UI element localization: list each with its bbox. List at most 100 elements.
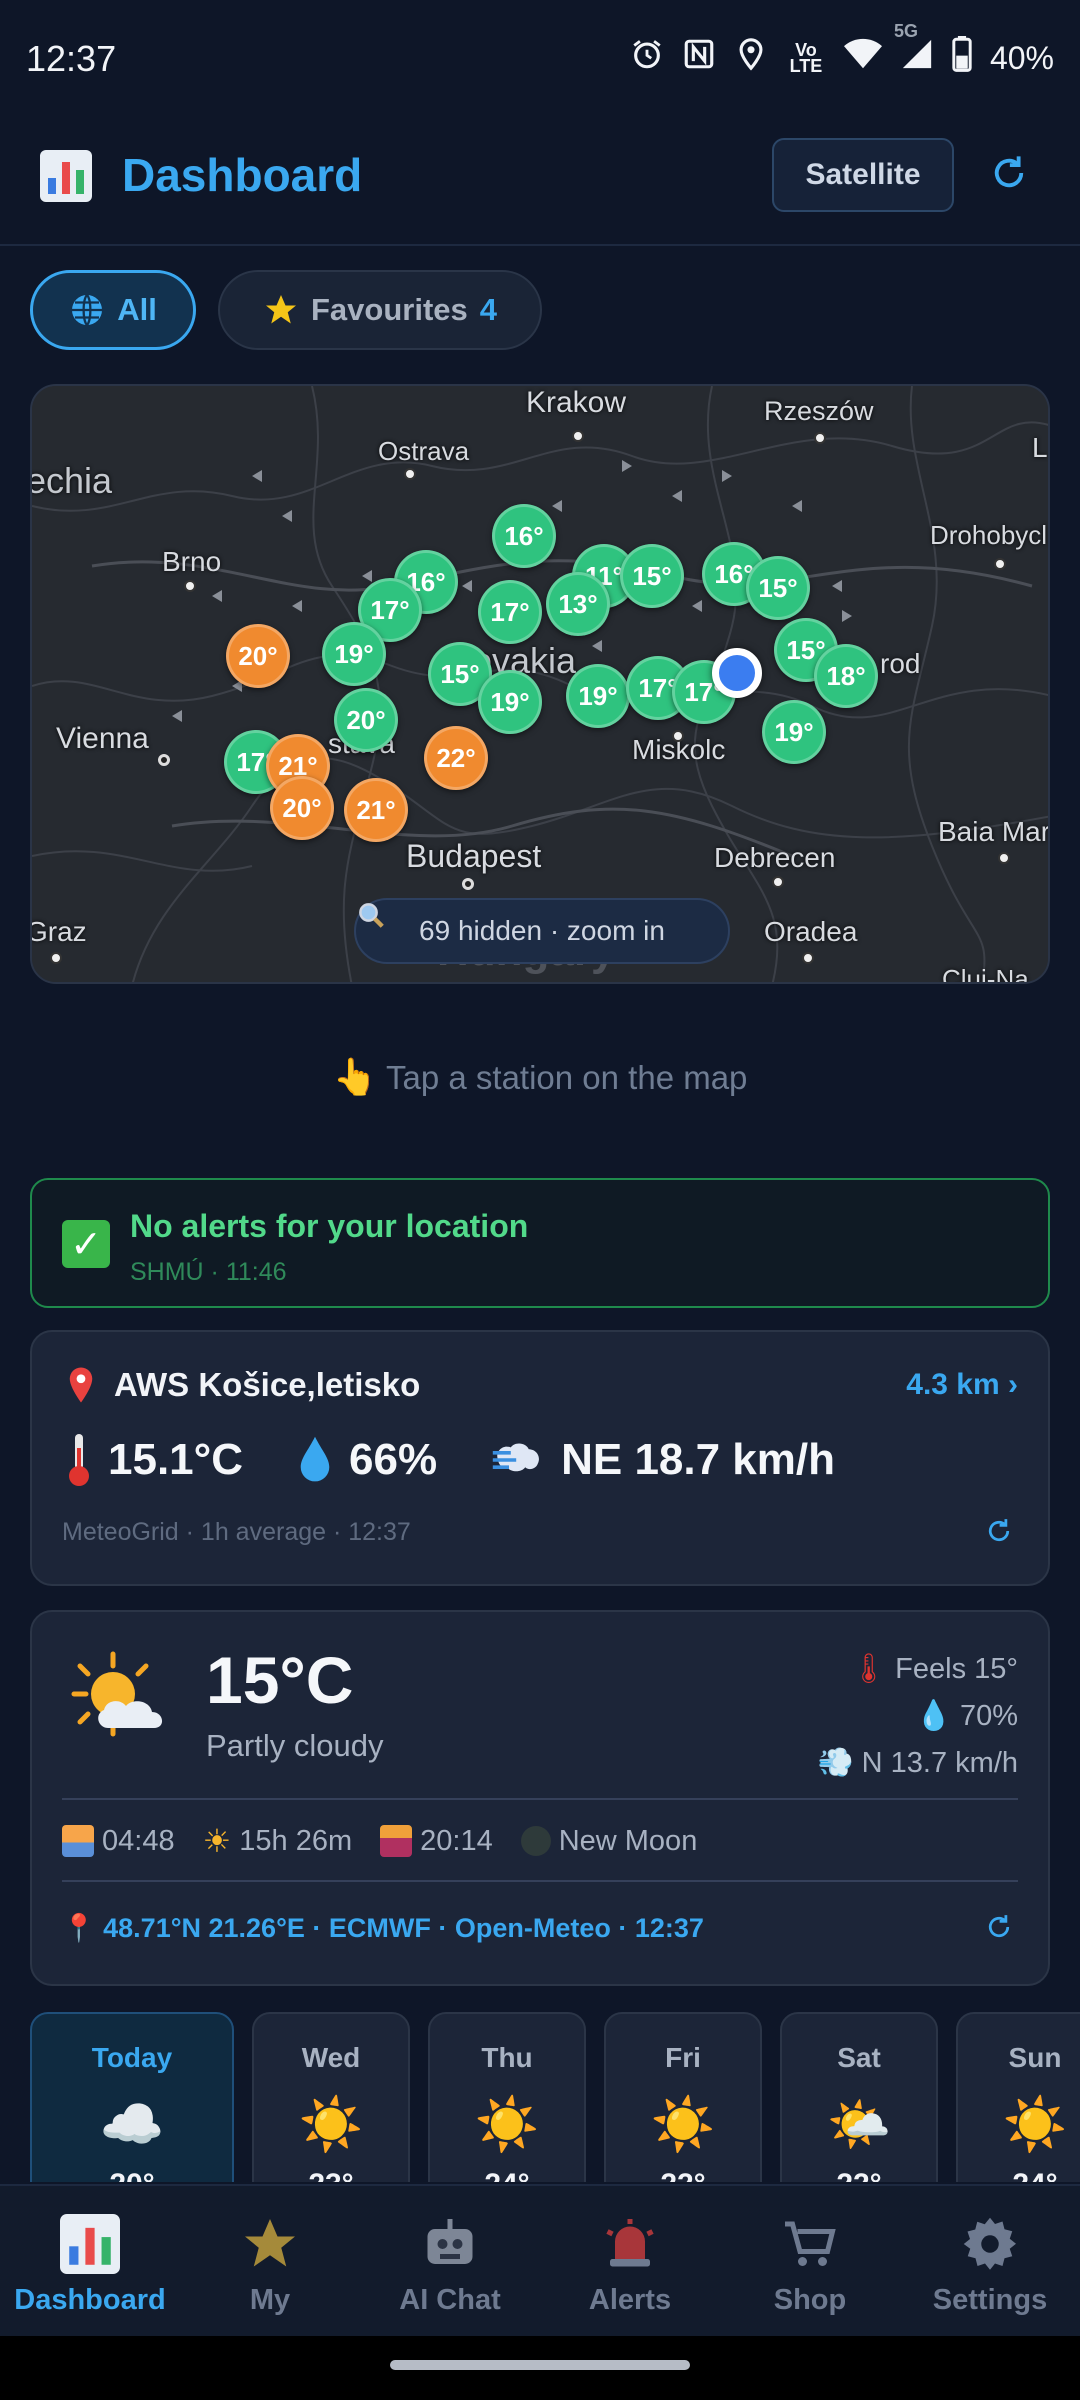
day-name: Sun xyxy=(1008,2042,1062,2073)
station-marker[interactable]: 20° xyxy=(270,776,334,840)
nav-label: Alerts xyxy=(588,2284,672,2316)
station-humidity-value: 66% xyxy=(349,1435,438,1484)
station-footer: MeteoGrid · 1h average · 12:37 xyxy=(62,1518,411,1546)
map-city-dot xyxy=(802,952,814,964)
filter-favourites-label: Favourites xyxy=(310,292,468,327)
new-moon-icon xyxy=(520,1826,551,1856)
station-marker[interactable]: 17° xyxy=(478,580,542,644)
nav-ai-chat[interactable]: AI Chat xyxy=(360,2186,540,2336)
sun-icon: ☀ xyxy=(202,1823,232,1859)
cart-icon xyxy=(785,2221,836,2266)
bar-chart-icon xyxy=(40,150,92,202)
sun-cloud-icon: 🌤️ xyxy=(826,2096,892,2154)
divider xyxy=(62,1880,1018,1882)
star-icon xyxy=(245,2219,295,2267)
satellite-button[interactable]: Satellite xyxy=(772,138,954,212)
day-card[interactable]: Sat 🌤️ 22° xyxy=(780,2012,938,2182)
station-distance-link[interactable]: 4.3 km › xyxy=(906,1368,1018,1402)
nav-settings[interactable]: Settings xyxy=(900,2186,1080,2336)
day-card[interactable]: Thu ☀️ 24° xyxy=(428,2012,586,2182)
battery-level: 40% xyxy=(989,39,1054,76)
station-marker[interactable]: 16° xyxy=(492,504,556,568)
hidden-stations-label: 69 hidden · zoom in xyxy=(419,915,665,946)
wind-icon: 💨 xyxy=(817,1747,854,1779)
alert-status-card[interactable]: ✓ No alerts for your location SHMÚ · 11:… xyxy=(30,1178,1050,1308)
bar-chart-icon xyxy=(60,2214,120,2274)
signal-icon xyxy=(902,39,932,69)
day-card[interactable]: Sun ☀️ 24° xyxy=(956,2012,1080,2182)
station-marker[interactable]: 19° xyxy=(322,622,386,686)
sunset-time: 20:14 xyxy=(420,1824,493,1857)
station-marker[interactable]: 19° xyxy=(478,670,542,734)
map-city-dot xyxy=(772,876,784,888)
nav-alerts[interactable]: Alerts xyxy=(540,2186,720,2336)
cloud-icon: ☁️ xyxy=(99,2096,165,2154)
station-marker[interactable]: 20° xyxy=(226,624,290,688)
refresh-icon[interactable] xyxy=(988,152,1030,194)
refresh-icon[interactable] xyxy=(984,1516,1014,1546)
star-icon xyxy=(265,295,296,324)
forecast-temperature: 15°C xyxy=(206,1643,354,1717)
day-temp: 20° xyxy=(32,2168,232,2182)
station-marker[interactable]: 18° xyxy=(814,644,878,708)
map-city-dot xyxy=(404,468,416,480)
status-icons: Vo LTE 5G 40% xyxy=(630,22,1054,80)
map-city-label: L xyxy=(1032,432,1048,463)
map-city-dot xyxy=(814,432,826,444)
gesture-handle[interactable] xyxy=(390,2360,690,2370)
nav-shop[interactable]: Shop xyxy=(720,2186,900,2336)
sun-icon: ☀️ xyxy=(298,2096,364,2154)
status-time: 12:37 xyxy=(26,38,117,79)
feels-like-value: Feels 15° xyxy=(895,1653,1018,1685)
forecast-description: Partly cloudy xyxy=(206,1728,384,1763)
feels-like-row: 🌡 Feels 15° xyxy=(817,1646,1018,1693)
filter-all-chip[interactable]: All xyxy=(30,270,196,350)
sun-icon: ☀️ xyxy=(474,2096,540,2154)
map-city-label: rod xyxy=(880,648,921,679)
nearest-station-card[interactable]: AWS Košice,letisko 4.3 km › 15.1°C 66% N… xyxy=(30,1330,1050,1586)
station-marker[interactable]: 15° xyxy=(620,544,684,608)
sun-icon: ☀️ xyxy=(1002,2096,1068,2154)
nav-label: My xyxy=(249,2284,291,2316)
day-temp: 22° xyxy=(782,2168,936,2182)
map-city-label: Graz xyxy=(30,916,87,947)
nav-my[interactable]: My xyxy=(180,2186,360,2336)
station-marker[interactable]: 22° xyxy=(424,726,488,790)
moon-phase: New Moon xyxy=(558,1824,698,1857)
network-label: 5G xyxy=(893,21,918,41)
battery-icon xyxy=(952,36,972,80)
day-card[interactable]: Wed ☀️ 23° xyxy=(252,2012,410,2182)
station-marker[interactable]: 21° xyxy=(344,778,408,842)
station-marker[interactable]: 19° xyxy=(566,664,630,728)
sunset-icon xyxy=(380,1825,413,1857)
day-card[interactable]: Fri ☀️ 22° xyxy=(604,2012,762,2182)
magnifier-icon xyxy=(359,903,384,928)
day-temp: 24° xyxy=(430,2168,584,2182)
thermometer-icon: 🌡 xyxy=(850,1653,888,1685)
current-location-marker xyxy=(712,648,762,698)
refresh-icon[interactable] xyxy=(984,1912,1014,1942)
day-name: Thu xyxy=(481,2042,533,2073)
daily-forecast-strip[interactable]: Today ☁️ 20° Wed ☀️ 23° Thu ☀️ 24° Fri ☀… xyxy=(30,2012,1080,2182)
station-marker[interactable]: 15° xyxy=(746,556,810,620)
station-marker[interactable]: 19° xyxy=(762,700,826,764)
bottom-navigation: Dashboard My AI Chat Alerts Shop Setting… xyxy=(0,2184,1080,2336)
filter-favourites-chip[interactable]: Favourites 4 xyxy=(218,270,542,350)
map-city-label: Krakow xyxy=(526,386,627,419)
nav-dashboard[interactable]: Dashboard xyxy=(0,2186,180,2336)
station-marker[interactable]: 13° xyxy=(546,572,610,636)
moon-phase-item: New Moon xyxy=(520,1824,698,1858)
current-forecast-card[interactable]: 15°C Partly cloudy 🌡 Feels 15° 💧 70% 💨 N… xyxy=(30,1610,1050,1986)
station-wind: NE 18.7 km/h xyxy=(491,1435,835,1485)
day-card-today[interactable]: Today ☁️ 20° xyxy=(30,2012,234,2182)
station-humidity: 66% xyxy=(297,1435,437,1485)
day-temp: 23° xyxy=(254,2168,408,2182)
station-map[interactable]: Krakow Rzeszów Ostrava echia Drohobycl B… xyxy=(30,384,1050,984)
map-city-dot xyxy=(184,580,196,592)
droplet-icon xyxy=(300,1436,330,1482)
hidden-stations-pill[interactable]: 69 hidden · zoom in xyxy=(354,898,730,964)
station-marker[interactable]: 20° xyxy=(334,688,398,752)
map-city-label: Ostrava xyxy=(378,436,470,466)
day-name: Today xyxy=(91,2042,173,2073)
map-city-label: Rzeszów xyxy=(764,396,874,426)
